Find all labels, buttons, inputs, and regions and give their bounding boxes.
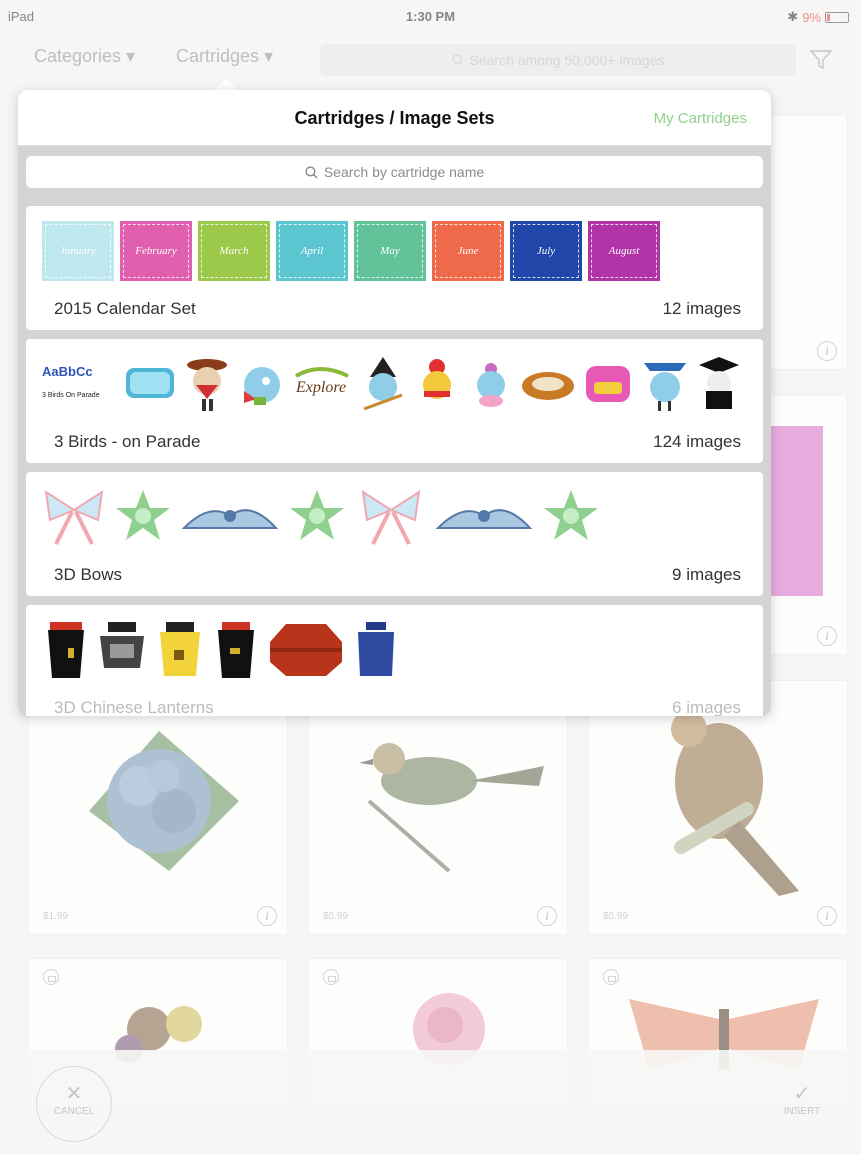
cartridge-count: 124 images	[653, 432, 741, 451]
lantern-thumbnail	[218, 622, 254, 678]
calendar-month-thumbnail: February	[120, 221, 192, 281]
lantern-thumbnail	[160, 622, 200, 676]
gift-bow-thumbnail	[290, 490, 344, 540]
cartridge-thumbnails	[42, 617, 400, 683]
cartridge-thumbnails	[42, 484, 602, 550]
wave-bow-thumbnail	[181, 509, 279, 529]
month-label: July	[536, 245, 556, 257]
cartridge-row[interactable]: 3D Bows 9 images	[26, 472, 763, 596]
cartridge-count: 6 images	[672, 698, 741, 716]
month-label: February	[135, 245, 177, 257]
gift-bow-thumbnail	[544, 490, 598, 540]
calendar-month-thumbnail: August	[588, 221, 660, 281]
youre-tweet-thumbnail	[126, 368, 174, 398]
popover-header: Cartridges / Image Sets My Cartridges	[18, 90, 771, 146]
cartridge-search-input[interactable]: Search by cartridge name	[26, 156, 763, 188]
month-label: March	[219, 245, 249, 257]
nest-thumbnail	[522, 372, 574, 400]
cartridge-name: 3 Birds - on Parade	[54, 432, 201, 451]
calendar-month-thumbnail: June	[432, 221, 504, 281]
calendar-month-thumbnail: March	[198, 221, 270, 281]
month-label: January	[59, 245, 97, 257]
lantern-thumbnail	[100, 622, 144, 668]
cartridge-row[interactable]: January February March April May June July Augu…	[26, 206, 763, 330]
cowboy-bird-thumbnail	[187, 359, 227, 411]
wave-bow-thumbnail	[435, 509, 533, 529]
cartridge-search-placeholder: Search by cartridge name	[323, 164, 485, 180]
lantern-thumbnail	[270, 624, 342, 676]
ribbon-bow-thumbnail	[44, 489, 104, 545]
cartridge-list: January February March April May June July Augu…	[26, 206, 763, 716]
cartridge-name: 3D Bows	[54, 565, 123, 584]
lantern-thumbnail	[48, 622, 84, 678]
calendar-month-thumbnail: April	[276, 221, 348, 281]
gift-bow-thumbnail	[116, 490, 170, 540]
lantern-thumbnail	[358, 622, 394, 676]
cartridges-popover: Cartridges / Image Sets My Cartridges Se…	[18, 90, 771, 716]
calendar-month-thumbnail: May	[354, 221, 426, 281]
blue-bird-thumbnail	[244, 367, 280, 405]
cartridge-thumbnails: January February March April May June July Augu…	[42, 218, 660, 284]
fairy-tale-thumbnail	[586, 366, 630, 402]
title-thumbnail: AaBbCc 3 Birds On Parade	[42, 364, 100, 399]
svg-text:Explore: Explore	[295, 379, 346, 396]
pink-bird-thumbnail	[477, 363, 505, 407]
cartridge-name: 3D Chinese Lanterns	[54, 698, 214, 716]
calendar-month-thumbnail: July	[510, 221, 582, 281]
month-label: May	[380, 245, 400, 257]
month-label: August	[608, 245, 640, 257]
my-cartridges-button[interactable]: My Cartridges	[654, 110, 747, 127]
cartridge-count: 12 images	[662, 299, 741, 318]
winter-bird-thumbnail	[423, 359, 451, 399]
search-icon	[305, 165, 318, 178]
graduate-bird-thumbnail	[699, 357, 739, 409]
month-label: April	[300, 245, 324, 257]
cartridge-count: 9 images	[672, 565, 741, 584]
party-bird-thumbnail	[644, 363, 686, 411]
witch-bird-thumbnail	[363, 357, 403, 411]
month-label: June	[457, 245, 479, 257]
cartridge-name: 2015 Calendar Set	[54, 299, 196, 318]
explore-thumbnail: Explore	[294, 367, 349, 396]
calendar-month-thumbnail: January	[42, 221, 114, 281]
cartridge-row[interactable]: 3D Chinese Lanterns 6 images	[26, 605, 763, 716]
cartridge-thumbnails: AaBbCc 3 Birds On Parade Explore	[42, 351, 744, 417]
cartridge-row[interactable]: AaBbCc 3 Birds On Parade Explore 3 Birds…	[26, 339, 763, 463]
ribbon-bow-thumbnail	[361, 489, 421, 545]
